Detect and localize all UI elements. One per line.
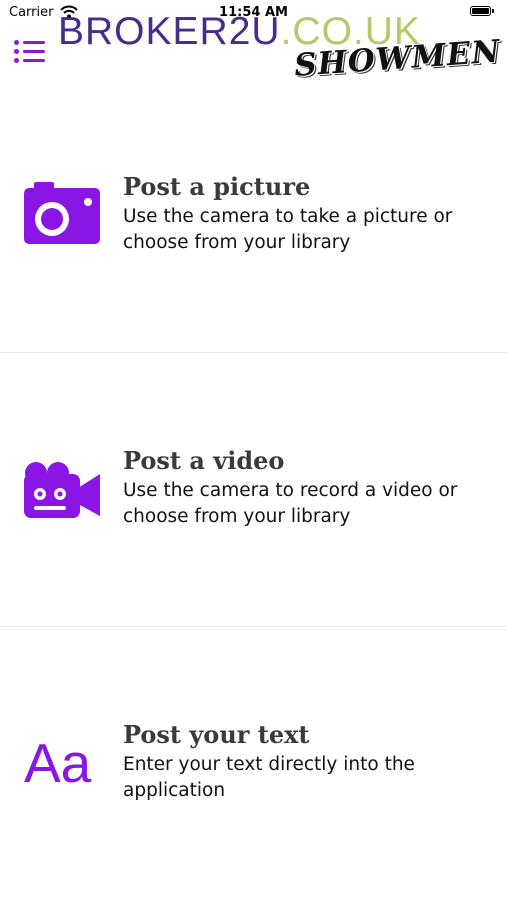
post-video-option[interactable]: Post a video Use the camera to record a … [0, 352, 507, 626]
post-video-description: Use the camera to record a video or choo… [123, 480, 458, 527]
post-video-title: Post a video [123, 446, 285, 475]
text-icon: Aa [24, 732, 92, 794]
post-picture-description: Use the camera to take a picture or choo… [123, 206, 453, 253]
post-text-description: Enter your text directly into the applic… [123, 754, 415, 801]
post-text-title: Post your text [123, 720, 310, 749]
post-picture-title: Post a picture [123, 172, 311, 201]
menu-icon[interactable] [14, 40, 46, 66]
video-camera-icon [22, 460, 102, 526]
post-text-option[interactable]: Aa Post your text Enter your text direct… [0, 626, 507, 900]
post-picture-option[interactable]: Post a picture Use the camera to take a … [0, 78, 507, 352]
logo-part-brand: BROKER2U [58, 10, 281, 53]
camera-icon [22, 182, 102, 248]
